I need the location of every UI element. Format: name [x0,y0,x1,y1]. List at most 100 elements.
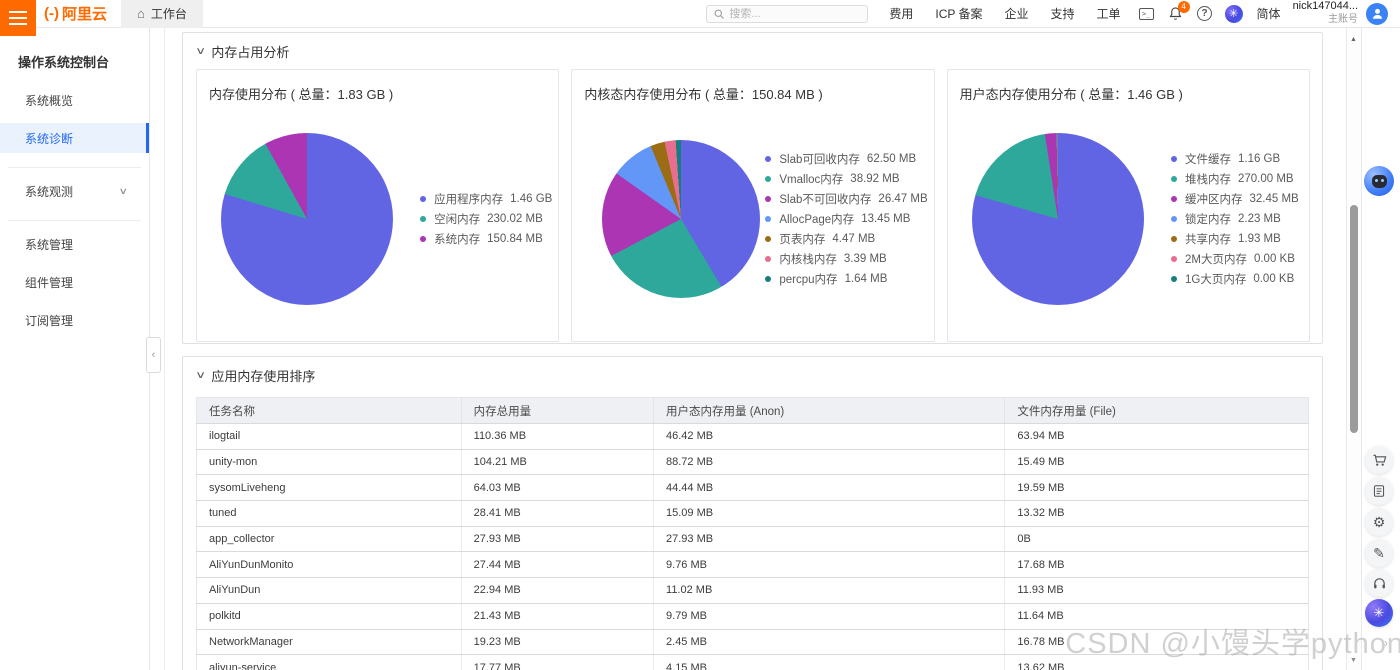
chart-title: 内存使用分布 ( 总量：1.83 GB ) [209,87,394,102]
sidebar-items: 系统概览系统诊断系统观测 ∨ 系统管理组件管理订阅管理 [0,85,149,335]
sidebar-collapse-button[interactable]: ‹ [146,337,161,373]
legend-item[interactable]: 系统内存 150.84 MB [420,229,552,249]
memory-value-cell: 15.49 MB [1004,449,1309,476]
task-name-cell: polkitd [196,603,462,630]
memory-value-cell: 44.44 MB [653,474,1006,502]
pie-chart[interactable] [602,140,761,298]
sidebar-item-订阅管理[interactable]: 订阅管理 [0,305,149,335]
hamburger-menu-button[interactable] [0,0,36,36]
memory-value-cell: 16.78 MB [1004,629,1309,656]
gear-icon: ⚙ [1372,513,1386,530]
pencil-icon: ✎ [1373,544,1385,561]
toolbar-collapse-icon[interactable]: › [1384,636,1388,650]
legend-value: 62.50 MB [866,153,917,165]
app-memory-table: 任务名称 内存总用量 用户态内存用量 (Anon) 文件内存用量 (File) ilo… [196,397,1309,670]
legend-item[interactable]: 应用程序内存 1.46 GB [420,189,552,209]
legend-dot-icon [1170,176,1177,182]
legend-item[interactable]: Slab可回收内存 62.50 MB [765,149,927,169]
aliyun-logo[interactable]: (-) 阿里云 [44,3,107,24]
sidebar-divider [8,220,141,221]
memory-value-cell: 17.77 MB [461,654,655,670]
sidebar-item-label: 系统概览 [25,93,74,108]
table-row: unity-mon 104.21 MB 88.72 MB 15.49 MB [196,449,1309,476]
search-input[interactable] [729,7,850,20]
collapse-section-icon[interactable]: ∨ [195,370,206,381]
chart-legend: 文件缓存 1.16 GB 堆栈内存 270.00 MB 缓冲区内存 32.45 MB 锁定内… [1170,149,1303,289]
locale-switcher[interactable]: 简体 [1245,5,1293,22]
legend-item[interactable]: Vmalloc内存 38.92 MB [765,169,927,189]
search-icon [714,9,725,19]
cart-button[interactable] [1365,446,1393,474]
page-scrollbar[interactable]: ▲ ▼ [1346,28,1362,670]
notifications-button[interactable]: 4 [1165,0,1190,25]
legend-value: 270.00 MB [1237,173,1294,185]
column-header: 文件内存用量 (File) [1004,397,1309,424]
legend-item[interactable]: 共享内存 1.93 MB [1170,229,1303,249]
settings-button[interactable]: ⚙ [1365,508,1393,536]
legend-value: 0.00 KB [1253,253,1295,265]
memory-value-cell: 64.03 MB [461,474,655,502]
legend-item[interactable]: 空闲内存 230.02 MB [420,209,552,229]
account-type: 主账号 [1328,14,1358,26]
legend-item[interactable]: AllocPage内存 13.45 MB [765,209,927,229]
cloudshell-button[interactable]: >_ [1136,3,1158,25]
feedback-button[interactable]: ✎ [1365,539,1393,567]
topbar-menu-item[interactable]: ICP 备案 [924,5,993,22]
scroll-up-arrow-icon[interactable]: ▲ [1350,36,1357,43]
chart-title: 用户态内存使用分布 ( 总量：1.46 GB ) [959,87,1183,102]
legend-item[interactable]: 堆栈内存 270.00 MB [1170,169,1303,189]
sidebar-item-系统观测[interactable]: 系统观测 ∨ [0,176,149,206]
memory-value-cell: 4.15 MB [653,654,1006,670]
user-menu[interactable]: nick147044... 主账号 [1293,0,1358,26]
legend-item[interactable]: 2M大页内存 0.00 KB [1170,249,1303,269]
app-memory-ranking-panel: ∨ 应用内存使用排序 任务名称 内存总用量 用户态内存用量 (Anon) 文件内存用量… [182,356,1323,670]
memory-value-cell: 19.23 MB [461,629,655,656]
sidebar-item-组件管理[interactable]: 组件管理 [0,267,149,297]
person-icon [1372,8,1382,19]
help-button[interactable]: ? [1194,3,1216,25]
legend-item[interactable]: 内核栈内存 3.39 MB [765,249,927,269]
legend-item[interactable]: 文件缓存 1.16 GB [1170,149,1303,169]
table-row: sysomLiveheng 64.03 MB 44.44 MB 19.59 MB [196,474,1309,502]
ai-assistant-button[interactable]: ✳ [1365,599,1393,627]
legend-label: 1G大页内存 [1184,274,1247,286]
legend-item[interactable]: 缓冲区内存 32.45 MB [1170,189,1303,209]
survey-button[interactable] [1365,477,1393,505]
legend-item[interactable]: 1G大页内存 0.00 KB [1170,269,1303,289]
topbar-menu-item[interactable]: 企业 [994,5,1040,22]
sidebar-item-系统管理[interactable]: 系统管理 [0,229,149,259]
assistant-mascot-button[interactable] [1364,166,1394,196]
legend-dot-icon [765,176,772,182]
column-header: 用户态内存用量 (Anon) [653,397,1006,424]
memory-value-cell: 28.41 MB [461,500,655,527]
topbar-menu-item[interactable]: 工单 [1086,5,1132,22]
support-button[interactable] [1365,569,1393,597]
pie-chart[interactable] [971,133,1144,305]
legend-item[interactable]: 页表内存 4.47 MB [765,229,927,249]
sidebar-item-系统概览[interactable]: 系统概览 [0,85,149,115]
sidebar-item-系统诊断[interactable]: 系统诊断 [0,123,149,153]
scrollbar-thumb[interactable] [1350,205,1358,433]
topbar-menu-item[interactable]: 费用 [878,5,924,22]
ai-asterisk-icon: ✳ [1373,605,1385,620]
community-button[interactable]: ✳ [1223,3,1245,25]
sidebar-item-label: 系统观测 [25,184,74,199]
memory-value-cell: 19.59 MB [1004,474,1309,502]
topbar-menu-item[interactable]: 支持 [1040,5,1086,22]
legend-dot-icon [765,276,772,282]
global-search[interactable] [706,4,869,23]
pie-chart[interactable] [221,133,393,305]
memory-value-cell: 22.94 MB [461,577,655,604]
legend-item[interactable]: percpu内存 1.64 MB [765,269,927,289]
legend-item[interactable]: Slab不可回收内存 26.47 MB [765,189,928,209]
workbench-tab[interactable]: ⌂ 工作台 [121,0,203,28]
legend-item[interactable]: 锁定内存 2.23 MB [1170,209,1303,229]
table-row: ilogtail 110.36 MB 46.42 MB 63.94 MB [196,423,1309,450]
task-name-cell: sysomLiveheng [196,474,462,502]
scroll-down-arrow-icon[interactable]: ▼ [1350,657,1357,664]
collapse-section-icon[interactable]: ∨ [195,46,206,57]
table-row: tuned 28.41 MB 15.09 MB 13.32 MB [196,500,1309,527]
task-name-cell: app_collector [196,526,462,553]
user-avatar[interactable] [1366,2,1388,25]
topbar-menu: 费用 ICP 备案 企业 支持 工单 [878,5,1131,22]
